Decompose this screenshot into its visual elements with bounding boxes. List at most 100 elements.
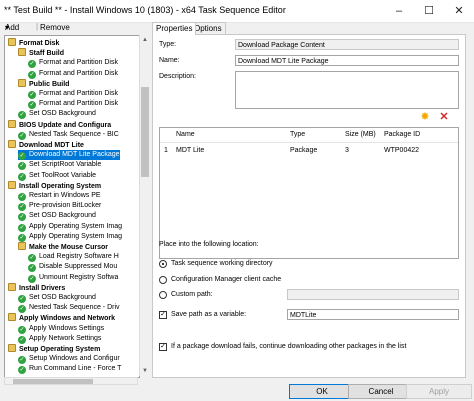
tree-step[interactable]: ✓ Format and Partition Disk bbox=[28, 89, 118, 99]
close-icon[interactable]: ✕ bbox=[444, 0, 474, 22]
tree-step[interactable]: ✓ Apply Operating System Imag bbox=[18, 232, 122, 242]
tree-item-label: Disable Suppressed Mou bbox=[39, 263, 118, 271]
scrollbar-thumb[interactable] bbox=[13, 379, 93, 384]
tree-step[interactable]: ✓ Set OSD Background bbox=[18, 293, 96, 303]
tree-step[interactable]: ✓ Unmount Registry Softwa bbox=[28, 273, 118, 283]
column-header-size[interactable]: Size (MB) bbox=[345, 131, 376, 138]
tree-step[interactable]: ✓ Run Command Line - Force T bbox=[18, 364, 121, 375]
tree-step[interactable]: ✓ Set OSD Background bbox=[18, 211, 96, 222]
tree-step[interactable]: ✓ Apply Windows Settings bbox=[18, 324, 104, 334]
place-location-label: Place into the following location: bbox=[159, 241, 259, 248]
tree-group[interactable]: Public Build bbox=[18, 78, 69, 89]
tree-group[interactable]: Format Disk bbox=[8, 38, 59, 48]
add-package-icon[interactable]: ✸ bbox=[418, 110, 432, 124]
tree-group[interactable]: Apply Windows and Network bbox=[8, 313, 115, 323]
folder-icon bbox=[8, 140, 16, 148]
tree-step[interactable]: ✓ Set ToolRoot Variable bbox=[18, 171, 96, 181]
tree-step[interactable]: ✓ Pre-provision BitLocker bbox=[18, 201, 102, 212]
scrollbar-thumb[interactable] bbox=[141, 87, 149, 177]
tree-item-label: Download MDT Lite bbox=[19, 142, 84, 149]
check-icon: ✓ bbox=[28, 60, 36, 69]
separator: | bbox=[36, 22, 39, 31]
package-list[interactable]: Name Type Size (MB) Package ID 1 MDT Lit… bbox=[159, 127, 459, 259]
tree-group[interactable]: Install Drivers bbox=[8, 282, 65, 293]
delete-package-icon[interactable]: ✕ bbox=[437, 110, 451, 124]
folder-icon bbox=[18, 78, 26, 87]
tree-step[interactable]: ✓ Set ScriptRoot Variable bbox=[18, 160, 101, 171]
check-icon: ✓ bbox=[18, 335, 26, 344]
folder-icon bbox=[8, 38, 16, 46]
tree-step[interactable]: ✓ Download MDT Lite Package bbox=[18, 150, 120, 161]
tree-group[interactable]: Install Operating System bbox=[8, 180, 102, 191]
continue-download-checkbox[interactable]: ✓ bbox=[159, 343, 167, 351]
description-input[interactable] bbox=[235, 71, 459, 109]
tree-group[interactable]: Download MDT Lite bbox=[8, 140, 84, 150]
tree-step[interactable]: ✓ Load Registry Software H bbox=[28, 252, 119, 263]
check-icon: ✓ bbox=[18, 152, 26, 161]
task-sequence-tree[interactable]: Format Disk Staff Build ✓ Format and Partit… bbox=[4, 35, 140, 378]
check-icon: ✓ bbox=[18, 131, 26, 140]
folder-icon bbox=[8, 313, 16, 322]
client-cache-radio[interactable] bbox=[159, 276, 167, 284]
tree-group[interactable]: Setup Operating System bbox=[8, 344, 100, 354]
tree-item-label: Pre-provision BitLocker bbox=[29, 202, 102, 210]
tree-item-label: Set OSD Background bbox=[29, 294, 96, 301]
save-path-input[interactable]: MDTLite bbox=[287, 309, 459, 320]
check-icon: ✓ bbox=[18, 172, 26, 181]
check-icon: ✓ bbox=[18, 366, 26, 375]
tree-item-label: Install Operating System bbox=[19, 182, 102, 190]
tree-step[interactable]: ✓ Restart in Windows PE bbox=[18, 191, 101, 201]
check-icon: ✓ bbox=[18, 162, 26, 171]
tree-step[interactable]: ✓ Apply Operating System Imag bbox=[18, 222, 122, 232]
tree-item-label: Apply Operating System Imag bbox=[29, 232, 122, 240]
custom-path-label: Custom path: bbox=[171, 291, 213, 298]
tree-step[interactable]: ✓ Format and Partition Disk bbox=[28, 99, 118, 110]
tree-step[interactable]: ✓ Set OSD Background bbox=[18, 109, 96, 120]
continue-download-label: If a package download fails, continue do… bbox=[171, 343, 407, 350]
column-header-package-id[interactable]: Package ID bbox=[384, 131, 420, 138]
tree-item-label: Make the Mouse Cursor bbox=[29, 244, 108, 251]
check-icon: ✓ bbox=[28, 264, 36, 273]
apply-button[interactable]: Apply bbox=[406, 384, 472, 399]
tree-step[interactable]: ✓ Nested Task Sequence - Driv bbox=[18, 303, 120, 314]
tree-step[interactable]: ✓ Format and Partition Disk bbox=[28, 58, 118, 69]
scroll-up-icon[interactable]: ▲ bbox=[140, 35, 150, 45]
tree-group[interactable]: Staff Build bbox=[18, 48, 64, 58]
tree-item-label: Format and Partition Disk bbox=[39, 100, 118, 108]
check-icon: ✓ bbox=[28, 91, 36, 99]
name-label: Name: bbox=[159, 57, 180, 64]
cancel-button[interactable]: Cancel bbox=[348, 384, 414, 399]
minimize-icon[interactable]: – bbox=[384, 0, 414, 22]
remove-button[interactable]: Remove bbox=[40, 23, 70, 32]
tree-item-label: Unmount Registry Softwa bbox=[39, 273, 119, 281]
maximize-icon[interactable]: ☐ bbox=[414, 0, 444, 22]
custom-path-radio[interactable] bbox=[159, 291, 167, 299]
tree-step[interactable]: ✓ Format and Partition Disk bbox=[28, 69, 118, 79]
tree-step[interactable]: ✓ Setup Windows and Configur bbox=[18, 354, 120, 365]
working-directory-radio[interactable] bbox=[159, 260, 167, 268]
tree-item-label: Format and Partition Disk bbox=[39, 59, 118, 67]
column-header-name[interactable]: Name bbox=[176, 131, 195, 138]
save-path-checkbox[interactable]: ✓ bbox=[159, 311, 167, 319]
tree-group[interactable]: BIOS Update and Configura bbox=[8, 119, 111, 130]
save-path-label: Save path as a variable: bbox=[171, 311, 247, 318]
tab-properties[interactable]: Properties bbox=[152, 22, 197, 35]
column-header-type[interactable]: Type bbox=[290, 131, 305, 138]
tree-group[interactable]: Make the Mouse Cursor bbox=[18, 242, 108, 252]
folder-icon bbox=[8, 344, 16, 352]
tree-step[interactable]: ✓ Apply Network Settings bbox=[18, 334, 101, 344]
tree-item-label: Setup Windows and Configur bbox=[29, 355, 120, 363]
ok-button[interactable]: OK bbox=[289, 384, 355, 399]
folder-icon bbox=[18, 242, 26, 250]
tree-horizontal-scrollbar[interactable] bbox=[4, 377, 138, 385]
name-input[interactable]: Download MDT Lite Package bbox=[235, 55, 459, 66]
folder-icon bbox=[8, 119, 16, 128]
tree-item-label: Apply Windows and Network bbox=[19, 315, 115, 323]
check-icon: ✓ bbox=[18, 223, 26, 232]
header-divider bbox=[160, 142, 458, 143]
custom-path-input[interactable] bbox=[287, 289, 459, 300]
tree-scrollbar[interactable]: ▲ ▼ bbox=[139, 35, 150, 376]
tree-step[interactable]: ✓ Disable Suppressed Mou bbox=[28, 262, 118, 273]
tree-step[interactable]: ✓ Nested Task Sequence - BIC bbox=[18, 130, 119, 140]
scroll-down-icon[interactable]: ▼ bbox=[140, 366, 150, 376]
